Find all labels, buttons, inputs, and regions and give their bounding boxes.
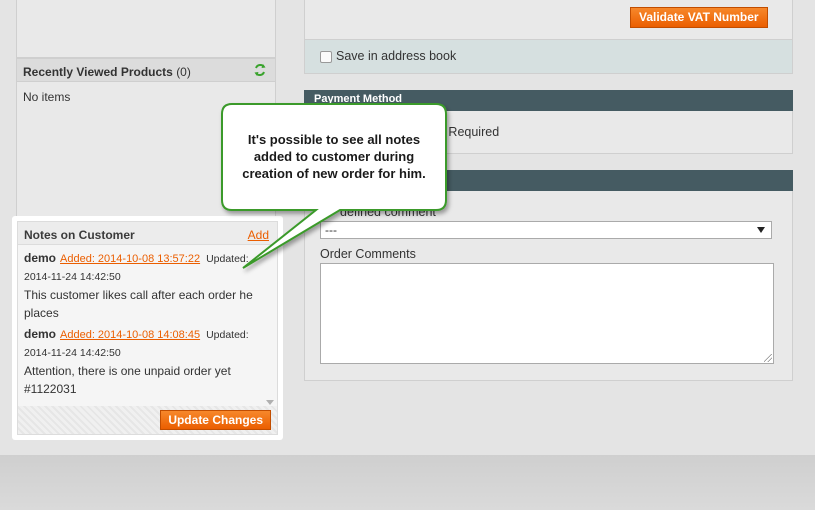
- predefined-comment-select[interactable]: ---: [320, 221, 772, 239]
- recently-viewed-empty: No items: [23, 90, 71, 104]
- save-in-address-book-label: Save in address book: [336, 49, 457, 63]
- note-updated-label: Updated:: [206, 253, 249, 265]
- payment-method-header: Payment Method: [304, 90, 793, 111]
- notes-list[interactable]: demo Added: 2014-10-08 13:57:22 Updated: 2…: [18, 246, 265, 406]
- note-user: demo: [24, 251, 57, 265]
- order-comments-textarea[interactable]: [320, 263, 774, 364]
- note-text: This customer likes call after each orde…: [24, 288, 253, 320]
- callout-text: It's possible to see all notes added to …: [242, 132, 426, 181]
- notes-footer: Update Changes: [18, 406, 277, 434]
- order-comments-label: Order Comments: [320, 247, 416, 261]
- recently-viewed-count: (0): [176, 65, 191, 79]
- note-text: Attention, there is one unpaid order yet…: [24, 364, 231, 396]
- note-updated-label: Updated:: [206, 329, 249, 341]
- sidebar-top-panel: [16, 0, 276, 58]
- note-updated-date: 2014-11-24 14:42:50: [24, 346, 121, 359]
- scroll-down-arrow-icon[interactable]: [266, 400, 274, 405]
- note-updated-date: 2014-11-24 14:42:50: [24, 270, 121, 283]
- notes-panel: Notes on Customer Add demo Added: 2014-10…: [17, 221, 278, 435]
- add-note-link[interactable]: Add: [248, 228, 269, 242]
- chevron-down-icon: [757, 227, 765, 233]
- note-item: demo Added: 2014-10-08 14:08:45 Updated: 2…: [24, 326, 259, 398]
- update-changes-button[interactable]: Update Changes: [160, 410, 271, 430]
- recently-viewed-header: Recently Viewed Products (0): [17, 58, 275, 82]
- predefined-comment-value: ---: [325, 223, 337, 237]
- refresh-icon[interactable]: [253, 63, 267, 77]
- resize-grip-icon[interactable]: [764, 354, 772, 362]
- notes-header: Notes on Customer Add: [18, 222, 277, 245]
- predefined-comment-label: defined comment: [340, 205, 436, 219]
- notes-title: Notes on Customer: [24, 228, 135, 242]
- note-user: demo: [24, 327, 57, 341]
- note-added-link[interactable]: Added: 2014-10-08 14:08:45: [60, 329, 200, 341]
- validate-vat-button[interactable]: Validate VAT Number: [630, 7, 768, 28]
- payment-method-text: n Required: [438, 125, 500, 139]
- page-footer-area: [0, 455, 815, 510]
- note-item: demo Added: 2014-10-08 13:57:22 Updated: 2…: [24, 250, 259, 322]
- notes-highlight: Notes on Customer Add demo Added: 2014-10…: [12, 216, 283, 440]
- recently-viewed-title: Recently Viewed Products: [23, 65, 173, 79]
- save-in-address-book-checkbox[interactable]: [320, 51, 332, 63]
- note-added-link[interactable]: Added: 2014-10-08 13:57:22: [60, 253, 200, 265]
